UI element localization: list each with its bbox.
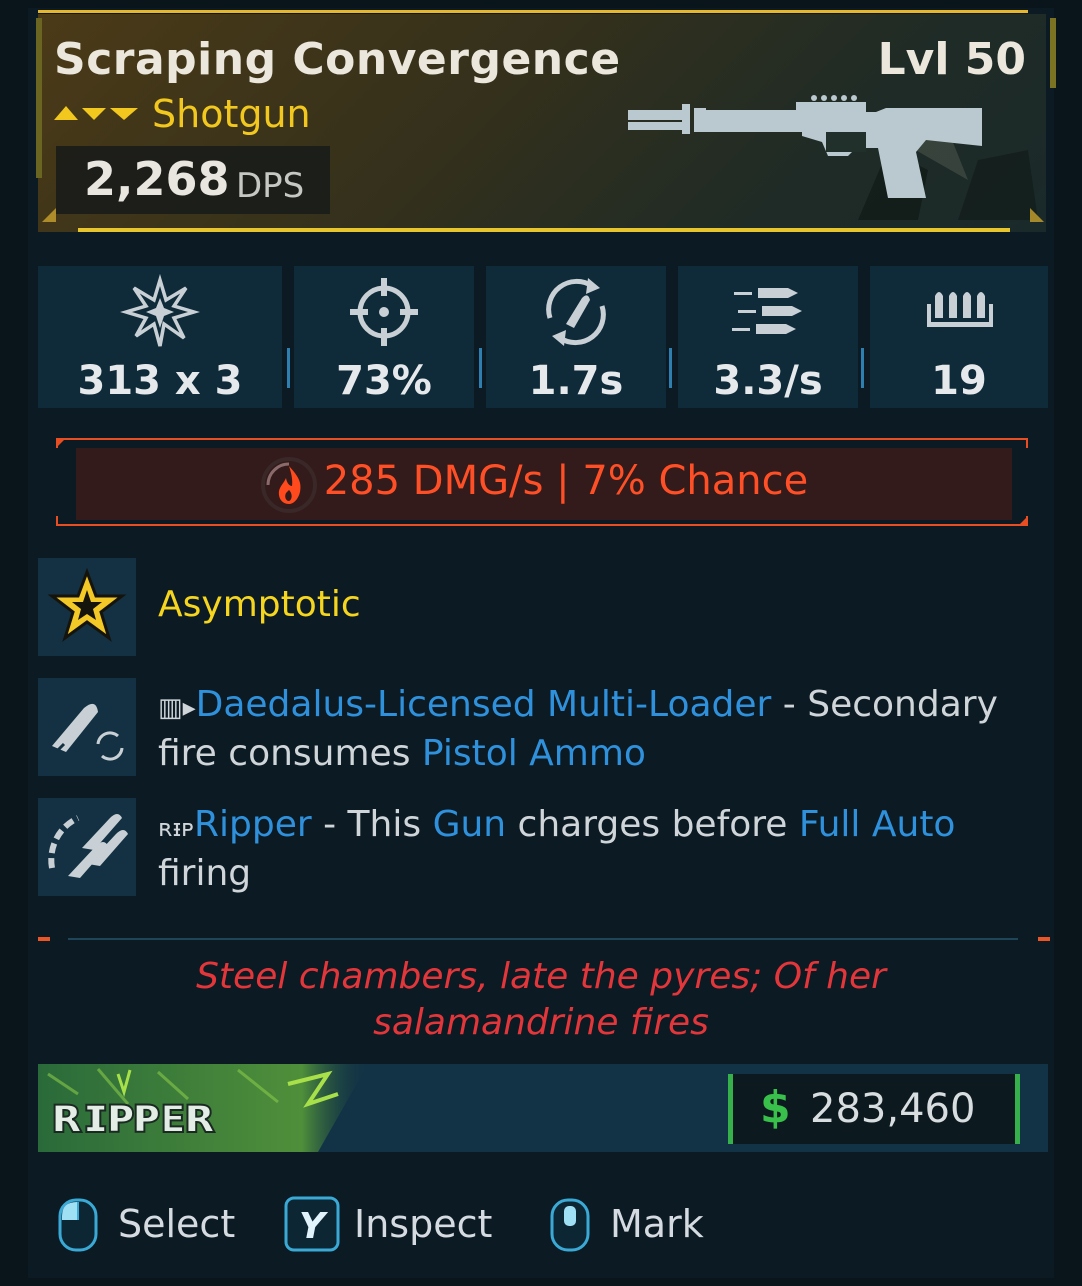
y-button-icon[interactable]: Y — [284, 1196, 340, 1252]
crosshair-accuracy-icon — [350, 278, 418, 346]
control-select-label[interactable]: Select — [118, 1202, 235, 1246]
ripper-manufacturer-icon: ʀᵻᴘ — [158, 814, 194, 842]
corner-tick-left — [42, 208, 56, 222]
stat-separator — [287, 348, 290, 388]
header-right-accent — [1050, 18, 1056, 88]
weapon-level: Lvl 50 — [877, 34, 1026, 85]
corner-tick-right — [1030, 208, 1044, 222]
perk-multiloader-text: ▥▸Daedalus-Licensed Multi-Loader - Secon… — [158, 682, 1046, 777]
divider-dash-right — [1038, 937, 1050, 941]
licensed-part-icon: ▥▸ — [158, 693, 196, 723]
currency-icon: $ — [760, 1082, 791, 1133]
rarity-chevrons-icon — [54, 106, 138, 120]
flavor-text: Steel chambers, late the pyres; Of her s… — [0, 954, 1082, 1046]
stat-fire-rate: 3.3/s — [678, 266, 858, 408]
stat-reload-value: 1.7s — [528, 358, 624, 404]
perk-ripper-text: ʀᵻᴘRipper - This Gun charges before Full… — [158, 802, 1046, 897]
perk-asymptotic-title: Asymptotic — [158, 584, 361, 625]
header-left-accent — [36, 18, 42, 178]
stat-magazine: 19 — [870, 266, 1048, 408]
perk-pistol-ammo-link[interactable]: Pistol Ammo — [422, 733, 646, 774]
flavor-line-2: salamandrine fires — [373, 1002, 709, 1043]
perk-ripper-mid: charges before — [506, 804, 799, 845]
stat-damage: 313 x 3 — [38, 266, 282, 408]
dps-value: 2,268 — [84, 152, 230, 206]
elemental-stats: 285 DMG/s | 7% Chance — [323, 458, 809, 504]
svg-text:ʀɪᴘᴘᴇʀ: ʀɪᴘᴘᴇʀ — [52, 1086, 215, 1144]
gold-star-icon — [47, 567, 127, 642]
control-inspect-label[interactable]: Inspect — [354, 1202, 492, 1246]
bullet-reload-icon — [52, 703, 124, 761]
stat-accuracy: 73% — [294, 266, 474, 408]
stat-damage-value: 313 x 3 — [77, 358, 243, 404]
stat-magazine-value: 19 — [931, 358, 987, 404]
perk-ripper-name[interactable]: Ripper — [194, 804, 312, 845]
stat-reload: 1.7s — [486, 266, 666, 408]
mouse-middle-icon[interactable] — [550, 1196, 590, 1252]
mouse-left-icon[interactable] — [58, 1196, 98, 1252]
header-bottom-border — [78, 228, 1010, 232]
weapon-type: Shotgun — [152, 92, 311, 136]
divider — [68, 938, 1018, 940]
weapon-name: Scraping Convergence — [54, 34, 621, 85]
dps-label: DPS — [236, 166, 305, 206]
perk-full-auto-link[interactable]: Full Auto — [799, 804, 956, 845]
ripper-manufacturer-logo: ʀɪᴘᴘᴇʀ — [38, 1064, 368, 1152]
perk-ripper-sep: - This — [311, 804, 433, 845]
stat-separator — [861, 348, 864, 388]
stat-fire-rate-value: 3.3/s — [713, 358, 823, 404]
stat-separator — [669, 348, 672, 388]
stat-separator — [479, 348, 482, 388]
y-key-glyph: Y — [299, 1206, 329, 1247]
fire-rate-bullets-icon — [732, 288, 802, 334]
perk-icon-box — [38, 798, 136, 896]
explosion-damage-icon — [120, 274, 200, 347]
price-value: 283,460 — [810, 1086, 976, 1132]
shotgun-icon — [628, 95, 982, 198]
perk-multiloader-name[interactable]: Daedalus-Licensed Multi-Loader — [196, 684, 772, 725]
perk-gun-link[interactable]: Gun — [433, 804, 507, 845]
stat-accuracy-value: 73% — [336, 358, 432, 404]
perk-icon-box — [38, 558, 136, 656]
perk-icon-box — [38, 678, 136, 776]
reload-bullet-icon — [546, 278, 606, 346]
chain-bullets-icon — [48, 814, 128, 878]
control-mark-label[interactable]: Mark — [610, 1202, 704, 1246]
header-top-border — [38, 10, 1028, 13]
divider-dash-left — [38, 937, 50, 941]
perk-ripper-end: firing — [158, 853, 252, 894]
flavor-line-1: Steel chambers, late the pyres; Of her — [196, 956, 886, 997]
magazine-icon — [927, 292, 993, 327]
